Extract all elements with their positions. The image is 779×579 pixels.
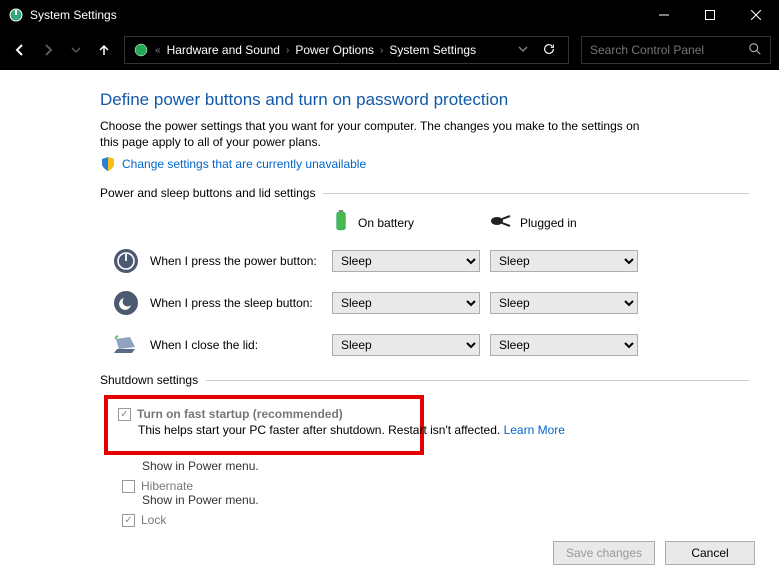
hibernate-label: Hibernate <box>141 479 193 493</box>
minimize-button[interactable] <box>641 0 687 30</box>
title-bar: System Settings <box>0 0 779 30</box>
breadcrumb-root-chevron[interactable]: « <box>155 45 161 56</box>
highlight-fast-startup: Turn on fast startup (recommended) This … <box>104 395 424 455</box>
nav-back-button[interactable] <box>8 38 32 62</box>
sleep-desc: Show in Power menu. <box>142 459 749 473</box>
nav-bar: « Hardware and Sound › Power Options › S… <box>0 30 779 70</box>
breadcrumb-icon <box>133 42 149 58</box>
fast-startup-checkbox[interactable] <box>118 408 131 421</box>
col-head-plugged: Plugged in <box>490 214 648 231</box>
nav-recent-dropdown[interactable] <box>64 38 88 62</box>
section-label-text: Shutdown settings <box>100 373 198 387</box>
change-settings-link-row: Change settings that are currently unava… <box>100 156 749 172</box>
fast-startup-desc: This helps start your PC faster after sh… <box>138 423 410 437</box>
sleep-button-icon <box>112 289 140 317</box>
chevron-right-icon: › <box>380 45 383 56</box>
change-settings-link[interactable]: Change settings that are currently unava… <box>122 157 366 171</box>
section-shutdown: Shutdown settings <box>100 373 749 387</box>
breadcrumb-item-power[interactable]: Power Options <box>295 43 374 57</box>
close-lid-plugged-select[interactable]: Sleep <box>490 334 638 356</box>
row-sleep-button: When I press the sleep button: Sleep Sle… <box>112 289 749 317</box>
close-lid-battery-select[interactable]: Sleep <box>332 334 480 356</box>
chevron-down-icon[interactable] <box>518 43 528 57</box>
search-icon[interactable] <box>748 42 762 59</box>
footer-buttons: Save changes Cancel <box>553 541 755 565</box>
col-head-battery: On battery <box>332 210 490 235</box>
sleep-button-battery-select[interactable]: Sleep <box>332 292 480 314</box>
row-label-text: When I press the power button: <box>150 254 317 268</box>
sleep-button-plugged-select[interactable]: Sleep <box>490 292 638 314</box>
lock-checkbox[interactable] <box>122 514 135 527</box>
page-description: Choose the power settings that you want … <box>100 118 640 150</box>
row-label-text: When I close the lid: <box>150 338 258 352</box>
learn-more-link[interactable]: Learn More <box>504 423 565 437</box>
fast-startup-label: Turn on fast startup (recommended) <box>137 407 343 421</box>
save-changes-button[interactable]: Save changes <box>553 541 655 565</box>
section-label-text: Power and sleep buttons and lid settings <box>100 186 315 200</box>
search-box[interactable] <box>581 36 771 64</box>
shield-icon <box>100 156 116 172</box>
laptop-lid-icon <box>112 331 140 359</box>
search-input[interactable] <box>590 43 748 57</box>
power-button-plugged-select[interactable]: Sleep <box>490 250 638 272</box>
row-close-lid: When I close the lid: Sleep Sleep <box>112 331 749 359</box>
row-power-button: When I press the power button: Sleep Sle… <box>112 247 749 275</box>
power-button-battery-select[interactable]: Sleep <box>332 250 480 272</box>
close-button[interactable] <box>733 0 779 30</box>
nav-up-button[interactable] <box>92 38 116 62</box>
maximize-button[interactable] <box>687 0 733 30</box>
battery-icon <box>332 210 350 235</box>
section-power-sleep: Power and sleep buttons and lid settings <box>100 186 749 200</box>
window-controls <box>641 0 779 30</box>
power-grid: On battery Plugged in When I press the p… <box>112 210 749 359</box>
nav-forward-button[interactable] <box>36 38 60 62</box>
plug-icon <box>490 214 512 231</box>
breadcrumb-item-system[interactable]: System Settings <box>389 43 476 57</box>
content-area: Define power buttons and turn on passwor… <box>0 70 779 579</box>
hibernate-checkbox[interactable] <box>122 480 135 493</box>
window-title: System Settings <box>30 8 117 22</box>
chevron-right-icon: › <box>286 45 289 56</box>
breadcrumb-item-hardware[interactable]: Hardware and Sound <box>167 43 280 57</box>
cancel-button[interactable]: Cancel <box>665 541 755 565</box>
power-button-icon <box>112 247 140 275</box>
refresh-icon[interactable] <box>542 42 556 59</box>
row-label-text: When I press the sleep button: <box>150 296 313 310</box>
breadcrumb[interactable]: « Hardware and Sound › Power Options › S… <box>124 36 569 64</box>
hibernate-desc: Show in Power menu. <box>142 493 749 507</box>
lock-label: Lock <box>141 513 166 527</box>
app-icon <box>8 7 24 23</box>
page-heading: Define power buttons and turn on passwor… <box>100 90 749 110</box>
